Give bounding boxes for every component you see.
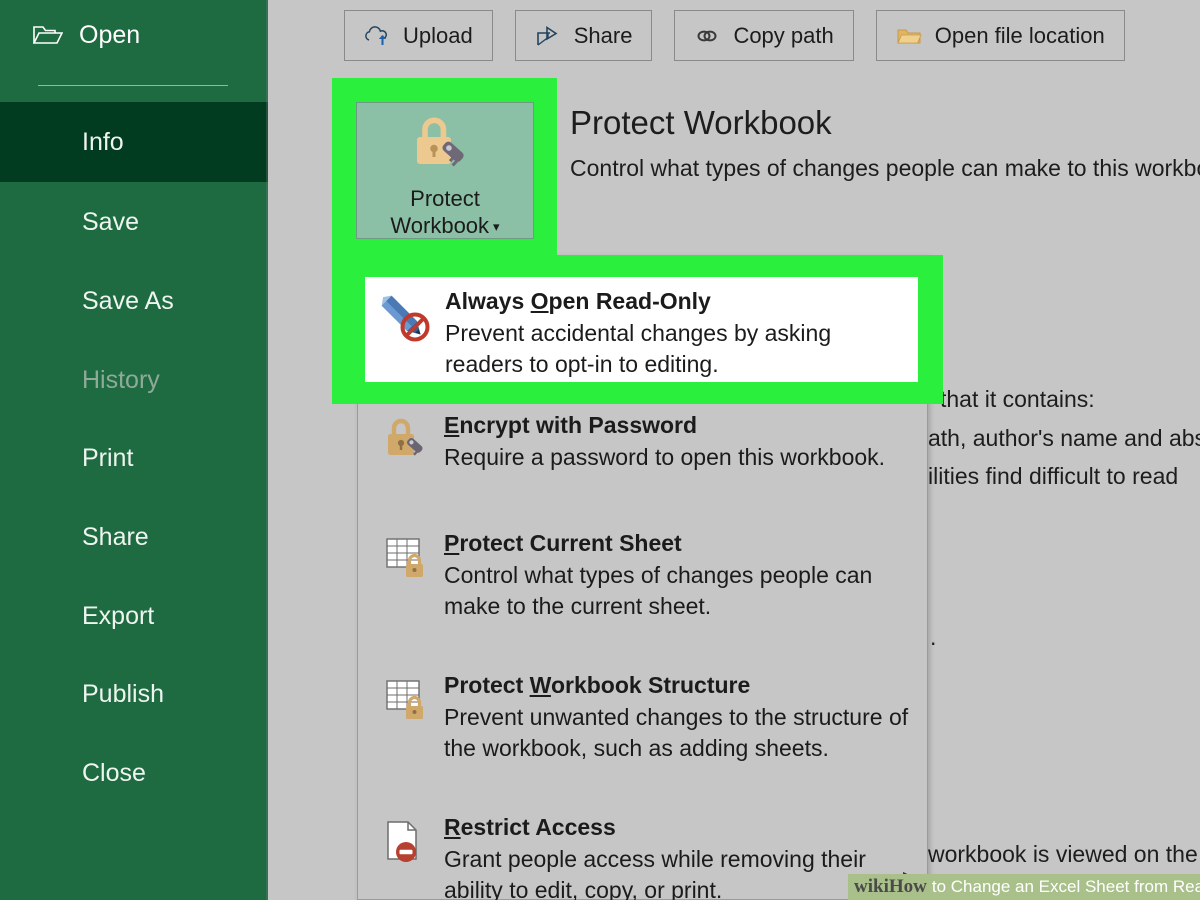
open-file-location-button[interactable]: Open file location: [875, 10, 1125, 61]
copy-path-button-label: Copy path: [733, 22, 834, 48]
menu-item-protect-workbook-structure[interactable]: Protect Workbook Structure Prevent unwan…: [358, 663, 927, 805]
menu-item-body: Protect Workbook Structure Prevent unwan…: [438, 671, 915, 805]
pencil-no-edit-icon: [379, 287, 439, 382]
sidebar-item-close-label: Close: [82, 758, 146, 787]
sidebar-item-info-label: Info: [82, 127, 124, 156]
sidebar-item-print-label: Print: [82, 443, 134, 472]
sidebar-item-save-label: Save: [82, 207, 139, 236]
menu-item-description: Control what types of changes people can…: [444, 562, 873, 620]
document-restrict-icon: [384, 813, 438, 900]
copy-path-button[interactable]: Copy path: [674, 10, 854, 61]
protect-workbook-heading: Protect Workbook: [570, 104, 832, 141]
sidebar-item-open[interactable]: Open: [0, 0, 268, 70]
protect-workbook-button[interactable]: Protect Workbook ▾: [356, 102, 534, 239]
sidebar-item-info[interactable]: Info: [0, 102, 268, 182]
always-open-read-only-highlight-box: Always Open Read-Only Prevent accidental…: [332, 255, 943, 404]
menu-item-body: Protect Current Sheet Control what types…: [438, 529, 915, 663]
sidebar-item-share[interactable]: Share: [0, 515, 268, 559]
sidebar-item-close[interactable]: Close: [0, 751, 268, 795]
folder-icon: [896, 24, 922, 48]
menu-item-description: Grant people access while removing their…: [444, 846, 866, 900]
sidebar-item-open-label: Open: [79, 20, 141, 49]
sidebar-edge: [266, 0, 268, 900]
background-text-line-2: ath, author's name and abs: [928, 425, 1200, 451]
sidebar-item-export[interactable]: Export: [0, 594, 268, 638]
background-text-line-3: ilities find difficult to read: [928, 463, 1179, 489]
protect-workbook-subheading: Control what types of changes people can…: [570, 155, 1200, 181]
menu-item-description: Prevent unwanted changes to the structur…: [444, 704, 909, 762]
menu-item-body: Restrict Access Grant people access whil…: [438, 813, 915, 900]
sheet-lock-icon: [384, 529, 438, 663]
sidebar-item-history[interactable]: History: [0, 358, 268, 402]
upload-button[interactable]: Upload: [344, 10, 493, 61]
share-button[interactable]: Share: [514, 10, 653, 61]
open-folder-icon: [33, 23, 63, 47]
wikihow-caption: to Change an Excel Sheet from Read Only: [931, 877, 1200, 896]
cloud-upload-icon: [364, 24, 390, 48]
protect-workbook-highlight-box: Protect Workbook ▾: [332, 78, 557, 261]
lock-and-key-icon: [411, 117, 479, 180]
lock-and-key-icon: [384, 411, 438, 521]
menu-item-body: Always Open Read-Only Prevent accidental…: [439, 287, 908, 382]
excel-backstage-screenshot: Upload Share Copy path Open file locatio…: [0, 0, 1200, 900]
sidebar-item-publish-label: Publish: [82, 679, 164, 708]
menu-item-title: Protect Current Sheet: [444, 530, 682, 556]
link-icon: [694, 24, 720, 48]
menu-item-title: Encrypt with Password: [444, 412, 698, 438]
menu-item-protect-current-sheet[interactable]: Protect Current Sheet Control what types…: [358, 521, 927, 663]
open-file-location-button-label: Open file location: [934, 22, 1105, 48]
wikihow-logo: wikiHow: [854, 876, 927, 897]
menu-item-title: Protect Workbook Structure: [444, 672, 751, 698]
sidebar-item-save-as-label: Save As: [82, 286, 174, 315]
workbook-lock-icon: [384, 671, 438, 805]
sidebar-item-save-as[interactable]: Save As: [0, 279, 268, 323]
menu-item-title: Restrict Access: [444, 814, 616, 840]
sidebar-item-share-label: Share: [82, 522, 149, 551]
menu-item-title: Always Open Read-Only: [445, 288, 711, 314]
sidebar-item-publish[interactable]: Publish: [0, 672, 268, 716]
menu-item-description: Require a password to open this workbook…: [444, 444, 886, 471]
menu-item-restrict-access[interactable]: Restrict Access Grant people access whil…: [358, 805, 927, 900]
background-text-line-1: that it contains:: [940, 386, 1095, 412]
menu-item-description: Prevent accidental changes by asking rea…: [445, 320, 832, 378]
sidebar-item-save[interactable]: Save: [0, 200, 268, 244]
background-text-line-4: .: [930, 624, 937, 650]
background-text-line-5: workbook is viewed on the W: [928, 841, 1200, 867]
sidebar-divider: [38, 85, 228, 86]
menu-item-encrypt-with-password[interactable]: Encrypt with Password Require a password…: [358, 403, 927, 521]
upload-button-label: Upload: [403, 22, 473, 48]
sidebar-item-export-label: Export: [82, 601, 155, 630]
protect-workbook-button-label: Protect Workbook ▾: [390, 186, 500, 238]
chevron-down-icon[interactable]: ▾: [493, 219, 500, 234]
share-button-label: Share: [573, 22, 633, 48]
menu-item-body: Encrypt with Password Require a password…: [438, 411, 915, 521]
sidebar-item-history-label: History: [82, 365, 160, 394]
sidebar-item-print[interactable]: Print: [0, 436, 268, 480]
wikihow-watermark: wikiHow to Change an Excel Sheet from Re…: [848, 874, 1200, 900]
menu-item-always-open-read-only[interactable]: Always Open Read-Only Prevent accidental…: [365, 277, 918, 382]
share-arrow-icon: [535, 24, 561, 48]
backstage-sidebar: Open Info Save Save As History Print Sha…: [0, 0, 268, 900]
file-actions-toolbar: Upload Share Copy path Open file locatio…: [344, 10, 1125, 61]
